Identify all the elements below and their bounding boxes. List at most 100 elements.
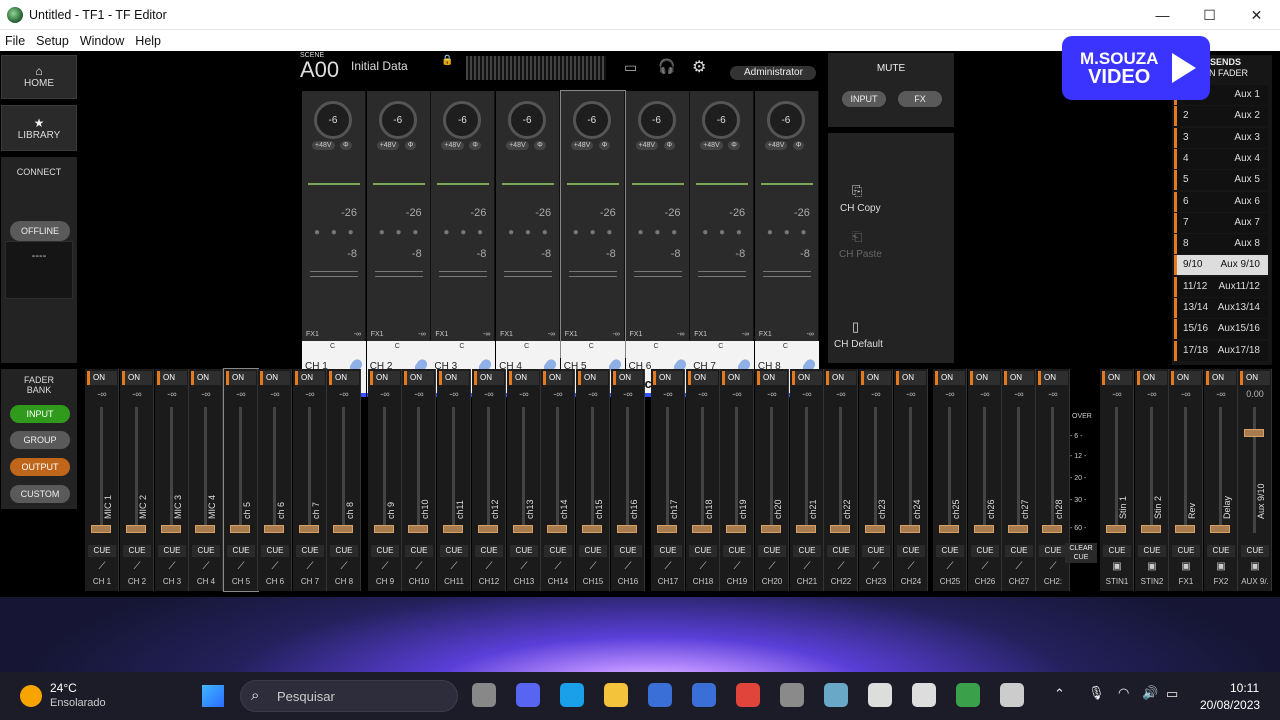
send-row-13/14[interactable]: 13/14 Aux13/14 <box>1174 298 1268 318</box>
on-button[interactable]: ON <box>970 371 1000 385</box>
phantom-button[interactable]: +48V <box>441 141 464 150</box>
on-button[interactable]: ON <box>792 371 822 385</box>
microphone-icon[interactable]: ⟋ <box>482 561 496 575</box>
fader-cap[interactable] <box>974 525 994 533</box>
fader-strip[interactable]: ON -∞ ch26 CUE ⟋ CH26 <box>968 369 1002 591</box>
on-button[interactable]: ON <box>653 371 683 385</box>
fader-cap[interactable] <box>299 525 319 533</box>
microphone-icon[interactable]: ⟋ <box>943 561 957 575</box>
on-button[interactable]: ON <box>260 371 290 385</box>
gain-knob[interactable]: -6 <box>637 101 676 139</box>
fader-cap[interactable] <box>513 525 533 533</box>
microphone-icon[interactable]: ⟋ <box>234 561 248 575</box>
output-fader-strip[interactable]: ON -∞ Stin 1 CUE ▣ STIN1 <box>1100 369 1134 591</box>
microphone-icon[interactable]: ⟋ <box>1046 561 1060 575</box>
on-button[interactable]: ON <box>1171 371 1201 385</box>
on-button[interactable]: ON <box>688 371 718 385</box>
fader-strip[interactable]: ON -∞ ch21 CUE ⟋ CH21 <box>790 369 824 591</box>
edge-icon[interactable] <box>560 683 584 707</box>
on-button[interactable]: ON <box>578 371 608 385</box>
app-icon[interactable] <box>1000 683 1024 707</box>
mute-fx-button[interactable]: FX <box>898 91 942 107</box>
channel-strip[interactable]: -6+48VΦ-26● ● ●-8FX1-∞CCH 3MIC 3 <box>431 91 496 397</box>
on-button[interactable]: ON <box>439 371 469 385</box>
fader-strip[interactable]: ON -∞ MIC 1 CUE ⟋ CH 1 <box>85 369 119 591</box>
chevron-up-icon[interactable]: ⌃ <box>1054 686 1065 702</box>
send-row-5[interactable]: 5 Aux 5 <box>1174 170 1268 191</box>
on-button[interactable]: ON <box>509 371 539 385</box>
send-row-4[interactable]: 4 Aux 4 <box>1174 148 1268 169</box>
microphone-icon[interactable]: ⟋ <box>165 561 179 575</box>
fader-strip[interactable]: ON -∞ ch 6 CUE ⟋ CH 6 <box>258 369 292 591</box>
microphone-icon[interactable]: ⟋ <box>517 561 531 575</box>
weather-temp[interactable]: 24°C <box>50 681 77 695</box>
fader-strip[interactable]: ON -∞ ch10 CUE ⟋ CH10 <box>402 369 436 591</box>
microphone-icon[interactable]: ⟋ <box>869 561 883 575</box>
microphone-icon[interactable]: ⟋ <box>586 561 600 575</box>
on-button[interactable]: ON <box>404 371 434 385</box>
menu-window[interactable]: Window <box>75 34 130 48</box>
clear-cue-button[interactable]: CLEAR CUE <box>1065 543 1097 563</box>
fader-cap[interactable] <box>939 525 959 533</box>
fader-cap[interactable] <box>333 525 353 533</box>
phase-button[interactable]: Φ <box>404 141 417 150</box>
cue-button[interactable]: CUE <box>654 545 682 557</box>
fader-cap[interactable] <box>478 525 498 533</box>
fader-strip[interactable]: ON -∞ ch15 CUE ⟋ CH15 <box>576 369 610 591</box>
fader-cap[interactable] <box>1042 525 1062 533</box>
fader-cap[interactable] <box>1175 525 1195 533</box>
eq-curve[interactable] <box>308 183 360 185</box>
cue-button[interactable]: CUE <box>544 545 572 557</box>
on-button[interactable]: ON <box>1240 371 1270 385</box>
explorer-icon[interactable] <box>604 683 628 707</box>
clock-time[interactable]: 10:11 <box>1230 681 1259 695</box>
fader-cap[interactable] <box>91 525 111 533</box>
fader-cap[interactable] <box>582 525 602 533</box>
on-button[interactable]: ON <box>1206 371 1236 385</box>
on-button[interactable]: ON <box>826 371 856 385</box>
channel-strip[interactable]: -6+48VΦ-26● ● ●-8FX1-∞CCH 5ch 5 <box>559 90 626 397</box>
fader-strip[interactable]: ON -∞ ch23 CUE ⟋ CH23 <box>859 369 893 591</box>
on-button[interactable]: ON <box>613 371 643 385</box>
fader-cap[interactable] <box>547 525 567 533</box>
send-row-9/10[interactable]: 9/10 Aux 9/10 <box>1174 255 1268 276</box>
cue-button[interactable]: CUE <box>793 545 821 557</box>
output-fader-strip[interactable]: ON -∞ Stin 2 CUE ▣ STIN2 <box>1135 369 1169 591</box>
gain-knob[interactable]: -6 <box>378 101 417 139</box>
cue-button[interactable]: CUE <box>405 545 433 557</box>
output-icon[interactable]: ▣ <box>1110 561 1124 575</box>
cue-button[interactable]: CUE <box>1039 545 1067 557</box>
microphone-icon[interactable]: ⟋ <box>130 561 144 575</box>
cue-button[interactable]: CUE <box>614 545 642 557</box>
fader-cap[interactable] <box>900 525 920 533</box>
menu-help[interactable]: Help <box>130 34 167 48</box>
ch-paste-button[interactable]: CH Paste <box>839 249 882 260</box>
phantom-button[interactable]: +48V <box>376 141 400 150</box>
send-row-6[interactable]: 6 Aux 6 <box>1174 191 1268 212</box>
fader-strip[interactable]: ON -∞ ch 5 CUE ⟋ CH 5 <box>223 368 259 592</box>
eq-curve[interactable] <box>760 183 813 185</box>
eq-curve[interactable] <box>437 183 490 185</box>
fader-cap[interactable] <box>796 525 816 533</box>
fader-strip[interactable]: ON -∞ ch20 CUE ⟋ CH20 <box>755 369 789 591</box>
minimize-button[interactable]: — <box>1139 0 1186 30</box>
fader-cap[interactable] <box>230 525 250 533</box>
channel-strip[interactable]: -6+48VΦ-26● ● ●-8FX1-∞CCH 1MIC 1 <box>302 91 366 397</box>
fader-strip[interactable]: ON -∞ ch14 CUE ⟋ CH14 <box>541 369 575 591</box>
send-slider[interactable] <box>698 271 747 277</box>
on-button[interactable]: ON <box>1102 371 1132 385</box>
library-button[interactable]: ★ LIBRARY <box>1 105 77 151</box>
windows-start-icon[interactable] <box>202 685 224 707</box>
microphone-icon[interactable]: ⟋ <box>447 561 461 575</box>
fader-cap[interactable] <box>264 525 284 533</box>
send-slider[interactable] <box>762 271 811 277</box>
channel-strip[interactable]: -6+48VΦ-26● ● ●-8FX1-∞CCH 6ch 6 <box>625 91 690 397</box>
fader-cap[interactable] <box>657 525 677 533</box>
close-button[interactable]: ✕ <box>1233 0 1280 30</box>
cue-button[interactable]: CUE <box>261 545 289 557</box>
cue-button[interactable]: CUE <box>936 545 964 557</box>
send-slider[interactable] <box>439 271 488 277</box>
channel-strip[interactable]: -6+48VΦ-26● ● ●-8FX1-∞CCH 8ch 8 <box>754 91 819 397</box>
bank-output-button[interactable]: OUTPUT <box>10 458 70 476</box>
fader-cap[interactable] <box>161 525 181 533</box>
